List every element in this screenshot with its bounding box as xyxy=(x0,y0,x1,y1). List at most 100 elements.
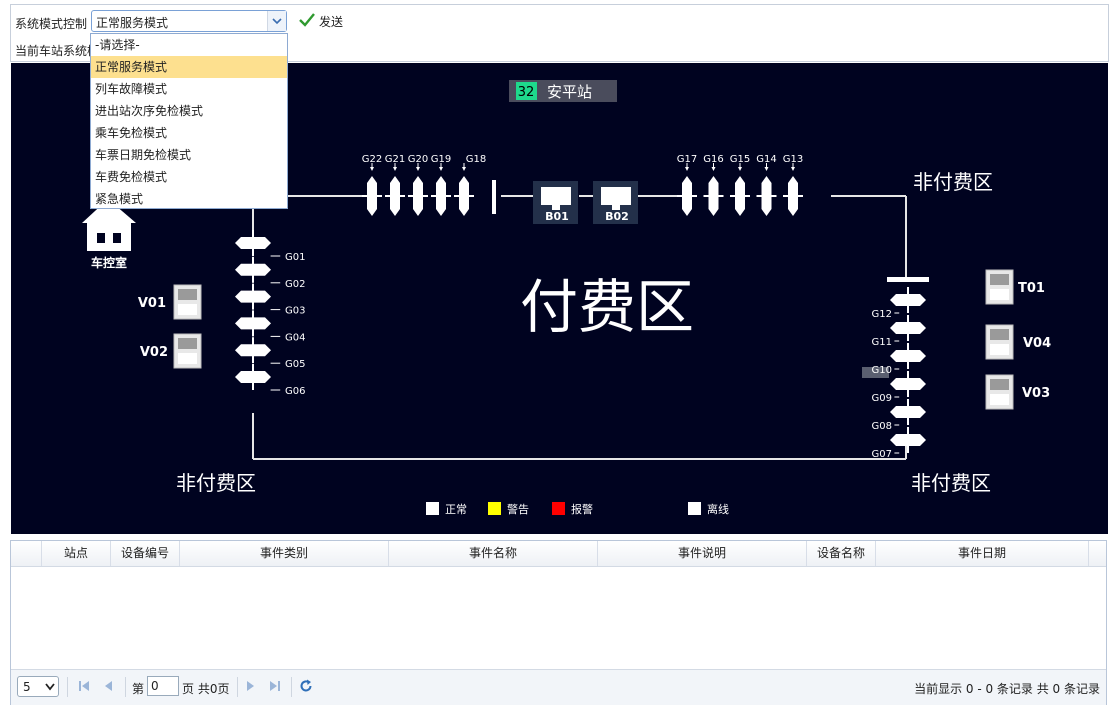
record-count-info: 当前显示 0 - 0 条记录 共 0 条记录 xyxy=(914,682,1100,696)
gate-label: G02 xyxy=(285,279,305,290)
gate-g06[interactable] xyxy=(235,364,281,391)
legend-label: 报警 xyxy=(571,502,593,516)
page-number-value: 0 xyxy=(151,679,159,693)
pager-divider xyxy=(125,677,126,697)
tvm-v03[interactable] xyxy=(985,374,1014,410)
station-number: 32 xyxy=(518,85,535,100)
last-page-icon[interactable] xyxy=(268,679,282,693)
bom-b02-label: B02 xyxy=(605,210,629,223)
gate-label: G01 xyxy=(285,252,305,263)
gate-g16[interactable] xyxy=(703,163,724,216)
mode-option-none[interactable]: -请选择- xyxy=(91,34,287,56)
gate-label: G20 xyxy=(408,154,428,165)
gate-g11[interactable] xyxy=(890,315,926,342)
gate-g08[interactable] xyxy=(890,399,926,426)
gate-g20[interactable] xyxy=(408,163,428,216)
previous-page-icon[interactable] xyxy=(101,679,115,693)
gate-g09[interactable] xyxy=(890,371,926,398)
tvm-v04[interactable] xyxy=(985,324,1014,360)
mode-option-entry-exit-exempt[interactable]: 进出站次序免检模式 xyxy=(91,100,287,122)
refresh-icon[interactable] xyxy=(299,679,313,693)
gate-label: G10 xyxy=(872,365,892,376)
page-prefix-label: 第 xyxy=(132,682,145,696)
gate-label: G06 xyxy=(285,386,305,397)
station-name: 安平站 xyxy=(547,83,592,101)
mode-select[interactable]: 正常服务模式 xyxy=(91,10,287,32)
gate-g05[interactable] xyxy=(235,337,281,364)
pager-divider xyxy=(291,677,292,697)
mode-option-normal[interactable]: 正常服务模式 xyxy=(91,56,287,78)
next-page-icon[interactable] xyxy=(244,679,258,693)
column-header-event-category[interactable]: 事件类别 xyxy=(180,541,389,566)
unpaid-area-label-bottom-right: 非付费区 xyxy=(911,471,991,495)
gate-label: G18 xyxy=(466,154,486,165)
tvm-t01[interactable] xyxy=(985,269,1014,305)
paid-area-label: 付费区 xyxy=(520,273,694,341)
gate-g19[interactable] xyxy=(431,163,451,216)
pagination-bar: 5 第 0 页 共0页 当前显示 0 - 0 条记录 共 0 条记录 xyxy=(11,669,1106,705)
gate-g22[interactable] xyxy=(362,163,382,216)
page-total-label: 页 共0页 xyxy=(182,682,230,696)
gate-label: G03 xyxy=(285,306,305,317)
mode-dropdown-list: -请选择- 正常服务模式 列车故障模式 进出站次序免检模式 乘车免检模式 车票日… xyxy=(90,33,288,209)
gate-g21[interactable] xyxy=(385,163,405,216)
mode-option-fare-exempt[interactable]: 车费免检模式 xyxy=(91,166,287,188)
page-size-select[interactable]: 5 xyxy=(17,676,59,697)
gate-g04[interactable] xyxy=(235,310,281,337)
tvm-v02[interactable] xyxy=(173,333,202,369)
column-header-device-id[interactable]: 设备编号 xyxy=(111,541,180,566)
tvm-label: V04 xyxy=(1023,336,1051,351)
pager-divider xyxy=(67,677,68,697)
gate-label: G12 xyxy=(872,309,892,320)
legend-label: 警告 xyxy=(507,502,529,516)
gate-g02[interactable] xyxy=(235,256,281,284)
gate-g03[interactable] xyxy=(235,283,281,311)
gate-g15[interactable] xyxy=(730,163,750,216)
gate-label: G21 xyxy=(385,154,405,165)
gate-g17[interactable] xyxy=(677,163,697,216)
tvm-label: T01 xyxy=(1018,281,1045,296)
tvm-label: V03 xyxy=(1022,386,1050,401)
mode-select-value: 正常服务模式 xyxy=(96,16,169,30)
send-button[interactable]: 发送 xyxy=(299,12,343,30)
gate-g01[interactable] xyxy=(235,230,281,257)
gate-g12[interactable] xyxy=(890,287,926,314)
event-table: 站点 设备编号 事件类别 事件名称 事件说明 设备名称 事件日期 5 第 0 页… xyxy=(10,540,1107,705)
mode-option-train-fault[interactable]: 列车故障模式 xyxy=(91,78,287,100)
legend-label: 离线 xyxy=(707,502,729,516)
column-header-event-name[interactable]: 事件名称 xyxy=(389,541,598,566)
gate-g07[interactable] xyxy=(890,427,926,454)
unpaid-area-label-bottom-left: 非付费区 xyxy=(176,471,256,495)
gate-label: G13 xyxy=(783,154,803,165)
mode-option-ticket-date-exempt[interactable]: 车票日期免检模式 xyxy=(91,144,287,166)
column-header-station[interactable]: 站点 xyxy=(42,541,111,566)
mode-control-label: 系统模式控制 xyxy=(15,17,88,31)
bom-b01-label: B01 xyxy=(545,210,569,223)
gate-g18[interactable] xyxy=(454,163,474,216)
row-number-header xyxy=(11,541,42,566)
send-button-label: 发送 xyxy=(319,14,344,29)
legend-swatch xyxy=(426,502,439,515)
gate-g13[interactable] xyxy=(783,163,803,216)
gate-label: G16 xyxy=(703,154,723,165)
mode-option-emergency[interactable]: 紧急模式 xyxy=(91,188,287,210)
mode-option-ride-exempt[interactable]: 乘车免检模式 xyxy=(91,122,287,144)
gate-g10[interactable] xyxy=(890,343,926,370)
tvm-v01[interactable] xyxy=(173,284,202,320)
gate-label: G11 xyxy=(872,337,892,348)
gate-label: G08 xyxy=(872,421,892,432)
unpaid-area-label-top-right: 非付费区 xyxy=(913,170,993,194)
gate-label: G05 xyxy=(285,359,305,370)
gate-g12-flap xyxy=(887,277,929,282)
gate-label: G15 xyxy=(730,154,750,165)
column-header-device-name[interactable]: 设备名称 xyxy=(807,541,876,566)
page-number-input[interactable]: 0 xyxy=(147,676,179,696)
first-page-icon[interactable] xyxy=(77,679,91,693)
gate-label: G04 xyxy=(285,332,305,343)
gate-g14[interactable] xyxy=(756,163,777,216)
column-header-event-date[interactable]: 事件日期 xyxy=(876,541,1089,566)
chevron-down-icon[interactable] xyxy=(267,11,286,31)
column-header-event-description[interactable]: 事件说明 xyxy=(598,541,807,566)
legend-swatch xyxy=(488,502,501,515)
gate-label: G09 xyxy=(872,393,892,404)
